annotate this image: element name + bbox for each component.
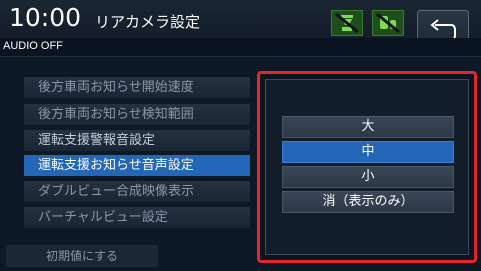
reset-defaults-button[interactable]: 初期値にする — [6, 245, 158, 267]
menu-item-driving-assist-voice[interactable]: 運転支援お知らせ音声設定 — [24, 155, 250, 176]
car-status-icon — [372, 10, 404, 36]
option-off-display-only[interactable]: 消（表示のみ） — [282, 191, 454, 213]
menu-item-rear-vehicle-detection-range[interactable]: 後方車両お知らせ検知範囲 — [24, 104, 250, 125]
camera-status-icon — [331, 10, 363, 36]
option-medium[interactable]: 中 — [282, 141, 454, 163]
page-title: リアカメラ設定 — [95, 13, 201, 31]
audio-off-label: AUDIO OFF — [3, 40, 63, 52]
option-small[interactable]: 小 — [282, 166, 454, 188]
menu-item-double-view[interactable]: ダブルビュー合成映像表示 — [24, 181, 250, 202]
audio-status-bar: AUDIO OFF — [0, 38, 481, 57]
menu-item-driving-assist-alarm[interactable]: 運転支援警報音設定 — [24, 130, 250, 151]
menu-item-virtual-view[interactable]: バーチャルビュー設定 — [24, 207, 250, 228]
menu-item-rear-vehicle-start-speed[interactable]: 後方車両お知らせ開始速度 — [24, 77, 250, 98]
clock: 10:00 — [9, 3, 82, 32]
option-large[interactable]: 大 — [282, 116, 454, 138]
